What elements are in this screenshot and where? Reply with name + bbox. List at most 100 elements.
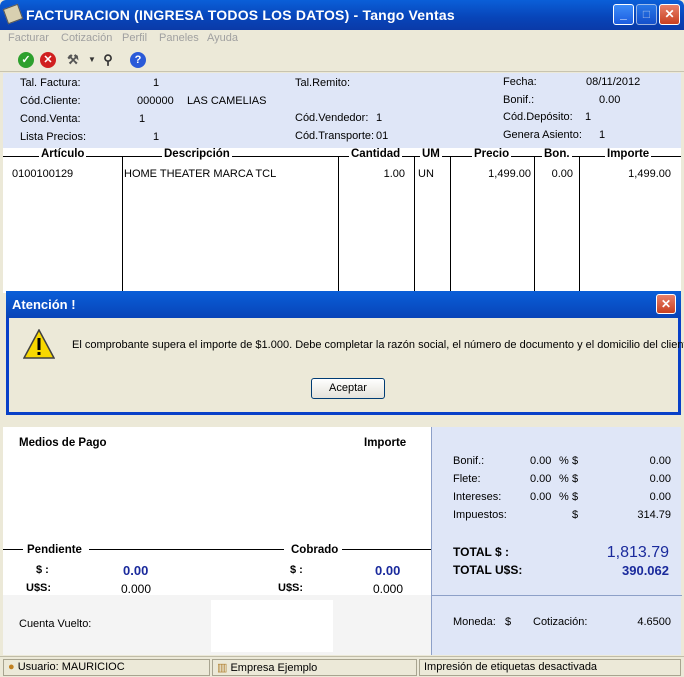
pendiente-usd-label: U$S:	[26, 582, 52, 594]
app-icon	[2, 3, 24, 25]
totals-divider	[432, 595, 682, 596]
dialog-title: Atención !	[6, 291, 681, 318]
moneda-label: Moneda:	[453, 616, 496, 628]
cobrado-usd-value: 0.000	[373, 582, 404, 596]
impuestos-label: Impuestos:	[453, 509, 507, 521]
grid-divider	[338, 156, 339, 296]
menu-bar: Facturar Cotización Perfil Paneles Ayuda	[0, 30, 684, 48]
dialog-close-button[interactable]: ✕	[656, 294, 676, 314]
lista-precios-value[interactable]: 1	[153, 131, 159, 143]
cotizacion-value: 4.6500	[637, 616, 671, 628]
section-rule	[89, 549, 284, 550]
total-peso-value: 1,813.79	[606, 544, 669, 561]
row-bon[interactable]: 0.00	[552, 168, 573, 180]
chevron-down-icon[interactable]: ▼	[84, 52, 100, 68]
bonif-label: Bonif.:	[503, 94, 535, 106]
fecha-value[interactable]: 08/11/2012	[586, 76, 640, 88]
impuestos-cur: $	[572, 509, 579, 521]
flete-label: Flete:	[453, 473, 481, 485]
title-bar: FACTURACION (INGRESA TODOS LOS DATOS) - …	[0, 0, 684, 30]
menu-perfil[interactable]: Perfil	[122, 32, 147, 44]
status-impresion: Impresión de etiquetas desactivada	[419, 659, 681, 676]
pendiente-peso-value: 0.00	[123, 563, 149, 578]
flete-pct-sign: %	[559, 473, 569, 485]
cliente-nombre[interactable]: LAS CAMELIAS	[187, 95, 266, 107]
grid-divider	[414, 156, 415, 296]
col-header-cantidad[interactable]: Cantidad	[349, 148, 403, 160]
cod-vendedor-label: Cód.Vendedor:	[295, 112, 369, 124]
aceptar-button[interactable]: Aceptar	[311, 378, 385, 399]
total-usd-label: TOTAL U$S:	[453, 563, 523, 577]
cod-transporte-label: Cód.Transporte:	[295, 130, 375, 142]
cond-venta-value[interactable]: 1	[139, 113, 145, 125]
maximize-button[interactable]: □	[636, 4, 657, 25]
minimize-button[interactable]: _	[613, 4, 634, 25]
pendiente-usd-value: 0.000	[121, 582, 152, 596]
col-header-importe[interactable]: Importe	[605, 148, 652, 160]
pendiente-rule	[3, 549, 23, 550]
invoice-header: Tal. Factura: 1 Cód.Cliente: 000000 LAS …	[3, 73, 681, 152]
cuenta-vuelto-field[interactable]	[211, 600, 333, 652]
search-icon[interactable]: ⚲	[100, 52, 116, 68]
cod-deposito-label: Cód.Depósito:	[503, 111, 573, 123]
grid-divider	[450, 156, 451, 296]
genera-asiento-label: Genera Asiento:	[503, 129, 582, 141]
bonif-value[interactable]: 0.00	[599, 94, 620, 106]
col-header-bon[interactable]: Bon.	[542, 148, 572, 160]
status-usuario-text: Usuario: MAURICIOC	[17, 661, 125, 673]
cobrado-peso-label: $ :	[290, 564, 303, 576]
bonif-amount: 0.00	[649, 455, 671, 467]
total-usd-value: 390.062	[622, 563, 669, 578]
tal-factura-value[interactable]: 1	[153, 77, 159, 89]
cobrado-rule	[342, 549, 431, 550]
row-precio[interactable]: 1,499.00	[488, 168, 531, 180]
help-icon[interactable]: ?	[130, 52, 146, 68]
cancel-icon[interactable]: ✕	[40, 52, 56, 68]
menu-paneles[interactable]: Paneles	[159, 32, 199, 44]
status-bar: ● Usuario: MAURICIOC ▥ Empresa Ejemplo I…	[0, 656, 684, 677]
col-header-um[interactable]: UM	[420, 148, 442, 160]
window-title: FACTURACION (INGRESA TODOS LOS DATOS) - …	[26, 7, 455, 23]
menu-ayuda[interactable]: Ayuda	[207, 32, 238, 44]
cod-cliente-value[interactable]: 000000	[137, 95, 174, 107]
fecha-label: Fecha:	[503, 76, 537, 88]
medios-de-pago-label: Medios de Pago	[19, 437, 107, 449]
cod-vendedor-value[interactable]: 1	[376, 112, 382, 124]
total-peso-label: TOTAL $ :	[453, 545, 510, 559]
col-header-precio[interactable]: Precio	[472, 148, 512, 160]
payment-panel: Medios de Pago Importe Pendiente Cobrado…	[3, 427, 431, 655]
attention-dialog: Atención ! ✕ El comprobante supera el im…	[6, 291, 684, 415]
flete-pct: 0.00	[530, 473, 552, 485]
totals-panel: Bonif.: 0.00 % $ 0.00 Flete: 0.00 % $ 0.…	[431, 427, 682, 655]
row-descripcion[interactable]: HOME THEATER MARCA TCL	[124, 168, 276, 180]
row-um[interactable]: UN	[418, 168, 434, 180]
check-icon[interactable]: ✓	[18, 52, 34, 68]
tal-remito-label: Tal.Remito:	[295, 77, 351, 89]
cuenta-vuelto-label: Cuenta Vuelto:	[19, 618, 92, 630]
status-usuario: ● Usuario: MAURICIOC	[3, 659, 210, 676]
bonif-pct: 0.00	[530, 455, 552, 467]
cod-deposito-value[interactable]: 1	[585, 111, 591, 123]
impuestos-amount: 314.79	[637, 509, 671, 521]
toolbar: ✓ ✕ ⚒ ▼ ⚲ ?	[0, 48, 684, 72]
intereses-pct: 0.00	[530, 491, 552, 503]
row-importe[interactable]: 1,499.00	[628, 168, 671, 180]
dialog-message: El comprobante supera el importe de $1.0…	[72, 339, 684, 351]
importe-label: Importe	[364, 437, 407, 449]
menu-facturar[interactable]: Facturar	[8, 32, 49, 44]
pendiente-label: Pendiente	[27, 544, 82, 556]
menu-cotizacion[interactable]: Cotización	[61, 32, 112, 44]
row-articulo[interactable]: 0100100129	[12, 168, 73, 180]
cod-transporte-value[interactable]: 01	[376, 130, 388, 142]
row-cantidad[interactable]: 1.00	[384, 168, 405, 180]
col-header-descripcion[interactable]: Descripción	[162, 148, 232, 160]
cobrado-usd-label: U$S:	[278, 582, 304, 594]
genera-asiento-value[interactable]: 1	[599, 129, 605, 141]
intereses-pct-sign: %	[559, 491, 569, 503]
col-header-articulo[interactable]: Artículo	[39, 148, 87, 160]
flete-amount: 0.00	[649, 473, 671, 485]
close-button[interactable]: ✕	[659, 4, 680, 25]
bonif-cur: $	[572, 455, 579, 467]
tools-icon[interactable]: ⚒	[65, 52, 81, 68]
cond-venta-label: Cond.Venta:	[20, 113, 81, 125]
